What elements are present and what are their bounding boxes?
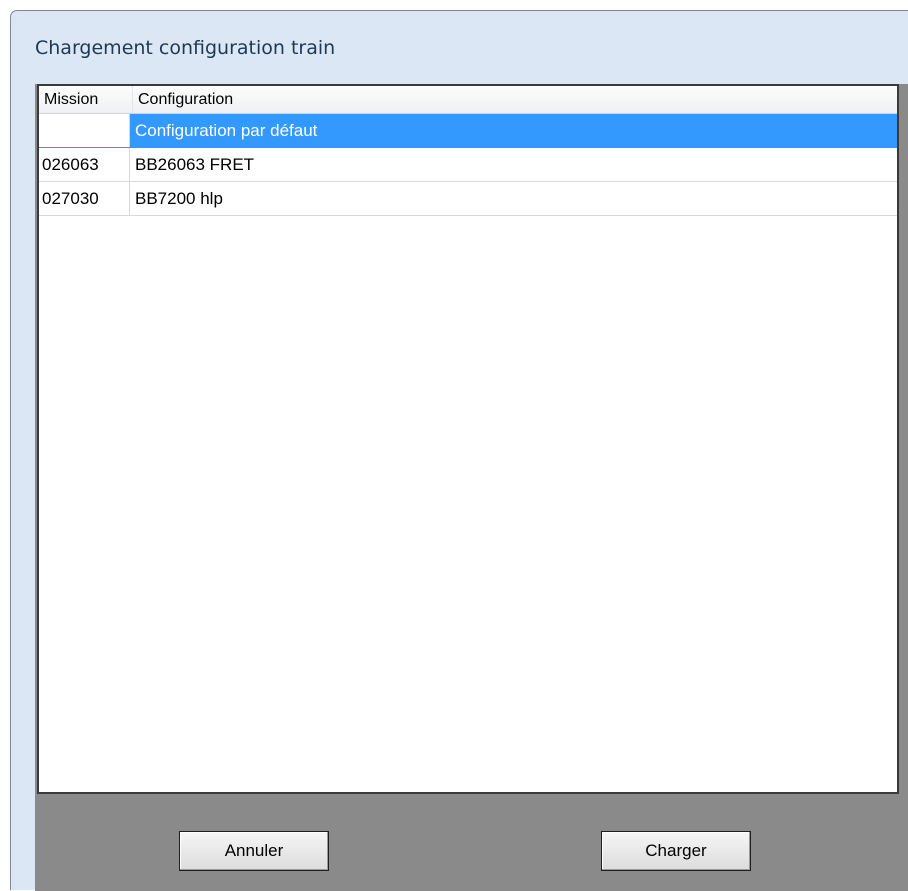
row-configuration-cell: BB26063 FRET	[135, 154, 255, 174]
list-header: Mission Configuration	[39, 86, 897, 114]
configuration-list[interactable]: Mission Configuration Configuration par …	[37, 84, 899, 794]
load-button[interactable]: Charger	[601, 831, 751, 871]
column-header-mission[interactable]: Mission	[39, 86, 133, 113]
dialog-title: Chargement configuration train	[35, 37, 336, 59]
row-mission-cell	[39, 114, 130, 147]
row-mission-cell: 027030	[39, 182, 130, 215]
row-mission-cell: 026063	[39, 148, 130, 181]
column-header-configuration[interactable]: Configuration	[133, 86, 897, 113]
row-configuration-cell: BB7200 hlp	[135, 188, 223, 208]
row-configuration-cell: Configuration par défaut	[135, 120, 318, 140]
cancel-button[interactable]: Annuler	[179, 831, 329, 871]
dialog-window: Chargement configuration train Mission C…	[10, 10, 908, 891]
list-row-027030[interactable]: 027030 BB7200 hlp	[39, 182, 897, 216]
list-row-026063[interactable]: 026063 BB26063 FRET	[39, 148, 897, 182]
list-row-default[interactable]: Configuration par défaut	[39, 114, 897, 148]
dialog-client-area: Mission Configuration Configuration par …	[35, 84, 908, 891]
